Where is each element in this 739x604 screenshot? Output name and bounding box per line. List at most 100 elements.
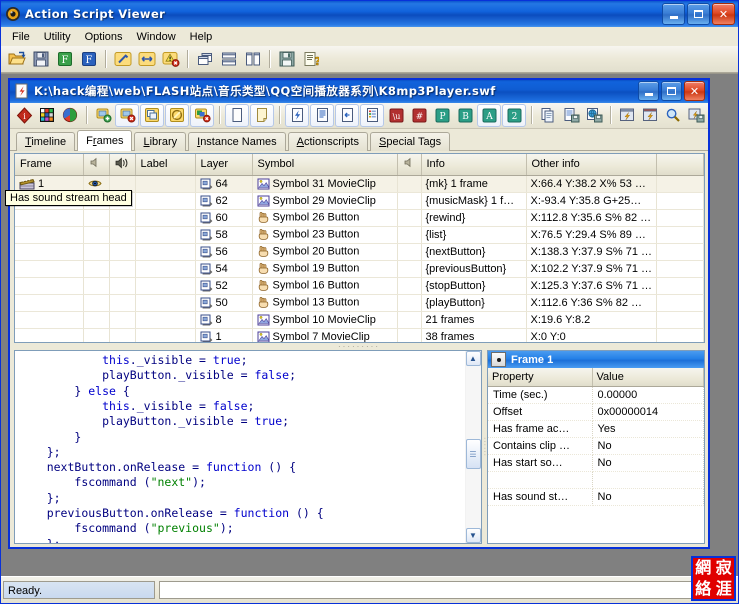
tab-timeline[interactable]: Timeline (16, 131, 76, 151)
delete-object-icon[interactable] (190, 103, 214, 127)
property-row[interactable]: Time (sec.) 0.00000 (488, 386, 704, 405)
col-symbol[interactable]: Symbol (252, 153, 398, 176)
lightning-page-icon[interactable] (285, 103, 309, 127)
cascade-icon[interactable] (193, 48, 216, 70)
col-symbol-sound-icon[interactable] (397, 153, 422, 176)
col-layer[interactable]: Layer (195, 153, 253, 176)
property-row[interactable]: Has start so… No (488, 454, 704, 473)
table-row[interactable]: 50 Symbol 13 Button {playButton} X:112.6 Y:… (15, 294, 704, 312)
tab-special-tags[interactable]: Special Tags (370, 131, 451, 151)
col-frame[interactable]: Frame (15, 153, 84, 176)
frames-grid[interactable]: Frame Label Layer Symbol Info Other info… (14, 152, 705, 344)
tab-instance-names[interactable]: Instance Names (188, 131, 286, 151)
table-row[interactable]: 8 Symbol 10 MovieClip 21 frames X:19.6 Y:8.… (15, 311, 704, 329)
tile-horizontal-icon[interactable] (217, 48, 240, 70)
mdi-maximize-button[interactable] (661, 81, 682, 102)
table-row[interactable]: 54 Symbol 19 Button {previousButton} X:102.… (15, 260, 704, 278)
toolbar-separator-2 (187, 50, 189, 68)
export-plus-icon[interactable] (92, 105, 114, 126)
menu-help[interactable]: Help (183, 29, 220, 45)
b-green-icon[interactable]: B (454, 105, 476, 126)
table-row[interactable]: 56 Symbol 20 Button {nextButton} X:138.3 Y:… (15, 243, 704, 261)
mdi-minimize-button[interactable] (638, 81, 659, 102)
hash-red-icon[interactable]: # (408, 105, 430, 126)
colored-sphere-icon[interactable] (59, 105, 81, 126)
table-row[interactable]: 1 Symbol 7 MovieClip 38 frames X:0 Y:0 (15, 328, 704, 343)
col-sound-wave-icon[interactable] (109, 153, 136, 176)
app-close-button[interactable]: ✕ (712, 3, 735, 25)
tab-frames[interactable]: Frames (77, 129, 133, 151)
cell-symbol: Symbol 16 Button (252, 277, 398, 295)
table-row[interactable]: 60 Symbol 26 Button {rewind} X:112.8 Y:35.6… (15, 209, 704, 227)
menu-file[interactable]: File (5, 29, 37, 45)
warning-delete-icon[interactable] (159, 48, 182, 70)
menu-window[interactable]: Window (130, 29, 183, 45)
tab-actionscripts[interactable]: Actionscripts (287, 131, 368, 151)
page-import-icon[interactable] (335, 103, 359, 127)
yellow-circle-icon[interactable] (165, 103, 189, 127)
code-vertical-scrollbar[interactable]: ▲ ☰ ▼ (465, 350, 482, 544)
wrench-icon[interactable] (111, 48, 134, 70)
page-plain-icon[interactable] (225, 103, 249, 127)
col-info[interactable]: Info (421, 153, 527, 176)
cell-eye (83, 311, 110, 329)
menu-utility[interactable]: Utility (37, 29, 78, 45)
copy-pages-icon[interactable] (537, 105, 559, 126)
col-property[interactable]: Property (488, 368, 593, 388)
cell-info-text: {stopButton} (425, 279, 486, 292)
page-note-icon[interactable] (250, 103, 274, 127)
swf-open-icon[interactable] (616, 105, 638, 126)
table-row[interactable]: 58 Symbol 23 Button {list} X:76.5 Y:29.4 S%… (15, 226, 704, 244)
property-value: No (592, 488, 704, 507)
duplicate-frame-icon[interactable] (140, 103, 164, 127)
swf-save-icon[interactable] (685, 105, 707, 126)
cell-symbol-text: Symbol 10 MovieClip (272, 313, 376, 326)
cell-other-info: X:76.5 Y:29.4 S% 89 … (526, 226, 657, 244)
scroll-up-button[interactable]: ▲ (465, 351, 481, 367)
w-red-icon[interactable]: \u (385, 105, 407, 126)
menu-options[interactable]: Options (78, 29, 130, 45)
page-save-icon[interactable] (560, 105, 582, 126)
actionscript-code-pane[interactable]: this._visible = true; playButton._visibl… (14, 350, 465, 544)
col-other-info[interactable]: Other info (526, 153, 657, 176)
help-document-icon[interactable]: ? (299, 48, 322, 70)
property-row[interactable]: Offset 0x00000014 (488, 403, 704, 422)
save-button[interactable] (29, 48, 52, 70)
button-icon (258, 212, 268, 224)
tile-vertical-icon[interactable] (241, 48, 264, 70)
two-green-icon[interactable]: 2 (502, 103, 526, 127)
cell-symbol-text: Symbol 20 Button (272, 245, 360, 258)
magnifier-icon[interactable] (662, 105, 684, 126)
app-minimize-button[interactable] (662, 3, 685, 25)
scroll-down-button[interactable]: ▼ (465, 528, 481, 543)
scroll-thumb[interactable]: ☰ (465, 439, 481, 470)
property-row[interactable] (488, 471, 704, 490)
col-sound-small-icon[interactable] (83, 153, 110, 176)
left-right-arrow-icon[interactable] (135, 48, 158, 70)
swf-close-icon[interactable] (639, 105, 661, 126)
a-green-icon[interactable]: A (477, 103, 501, 127)
property-row[interactable]: Has frame ac… Yes (488, 420, 704, 439)
page-lines-icon[interactable] (310, 103, 334, 127)
save-all-icon[interactable] (275, 48, 298, 70)
f-blue-icon[interactable]: F (77, 48, 100, 70)
col-label[interactable]: Label (135, 153, 196, 176)
p-green-icon[interactable]: P (431, 105, 453, 126)
mdi-close-button[interactable]: ✕ (684, 81, 705, 102)
color-grid-icon[interactable] (36, 105, 58, 126)
scroll-track[interactable]: ☰ (465, 366, 481, 528)
export-minus-icon[interactable] (115, 103, 139, 127)
app-maximize-button[interactable] (687, 3, 710, 25)
col-value[interactable]: Value (592, 368, 704, 388)
page-colorlist-icon[interactable] (360, 103, 384, 127)
property-row[interactable]: Has sound st… No (488, 488, 704, 507)
red-diamond-info-icon[interactable]: i (13, 105, 35, 126)
cell-other-info-text: X:-93.4 Y:35.8 G+25… (530, 194, 642, 207)
table-row[interactable]: 52 Symbol 16 Button {stopButton} X:125.3 Y:… (15, 277, 704, 295)
horizontal-splitter[interactable]: ········· (10, 343, 708, 351)
f-green-icon[interactable]: F (53, 48, 76, 70)
globe-save-icon[interactable] (583, 105, 605, 126)
property-row[interactable]: Contains clip … No (488, 437, 704, 456)
tab-library[interactable]: Library (134, 131, 187, 151)
open-file-button[interactable] (5, 48, 28, 70)
